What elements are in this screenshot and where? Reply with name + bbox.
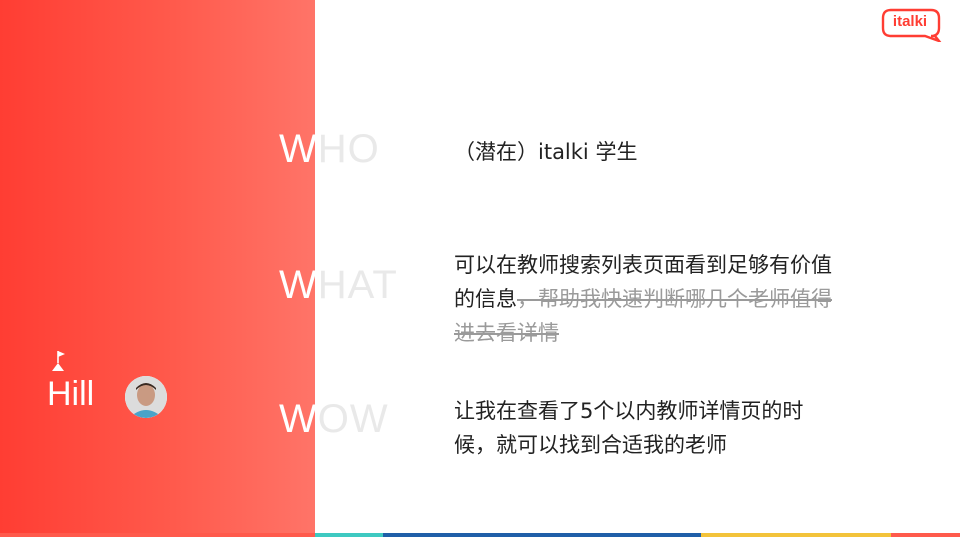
label-who: WHO <box>279 129 380 169</box>
bottom-bar-segment <box>0 533 315 537</box>
answer-what: 可以在教师搜索列表页面看到足够有价值 的信息，帮助我快速判断哪几个老师值得 进去… <box>454 248 832 350</box>
label-what-rest: HAT <box>317 263 398 307</box>
label-what: WHAT <box>279 265 398 305</box>
bottom-bar-segment <box>383 533 701 537</box>
answer-what-line1: 可以在教师搜索列表页面看到足够有价值 <box>454 253 832 277</box>
answer-what-line2-struck: ，帮助我快速判断哪几个老师值得 <box>517 287 832 311</box>
flag-icon <box>52 351 65 371</box>
label-wow: WOW <box>279 399 389 439</box>
label-wow-first: W <box>279 397 318 441</box>
answer-who: （潜在）italki 学生 <box>454 140 638 164</box>
bottom-color-bar <box>0 533 960 537</box>
label-wow-rest: OW <box>317 397 389 441</box>
bottom-bar-segment <box>891 533 960 537</box>
bottom-bar-segment <box>701 533 891 537</box>
left-panel <box>0 0 315 537</box>
label-who-first: W <box>279 127 318 171</box>
answer-wow-line1: 让我在查看了5个以内教师详情页的时 <box>454 399 804 423</box>
answer-what-line2-plain: 的信息 <box>454 287 517 311</box>
label-who-rest: HO <box>317 127 380 171</box>
avatar <box>125 376 167 418</box>
italki-logo: italki <box>881 8 943 42</box>
answer-wow: 让我在查看了5个以内教师详情页的时 候，就可以找到合适我的老师 <box>454 394 803 462</box>
answer-wow-line2: 候，就可以找到合适我的老师 <box>454 433 727 457</box>
logo-text: italki <box>892 13 928 30</box>
label-what-first: W <box>279 263 318 307</box>
answer-what-line2: 的信息，帮助我快速判断哪几个老师值得 <box>454 282 832 316</box>
bottom-bar-segment <box>315 533 383 537</box>
answer-what-line3-struck: 进去看详情 <box>454 321 559 345</box>
presenter-name: Hill <box>47 375 95 413</box>
